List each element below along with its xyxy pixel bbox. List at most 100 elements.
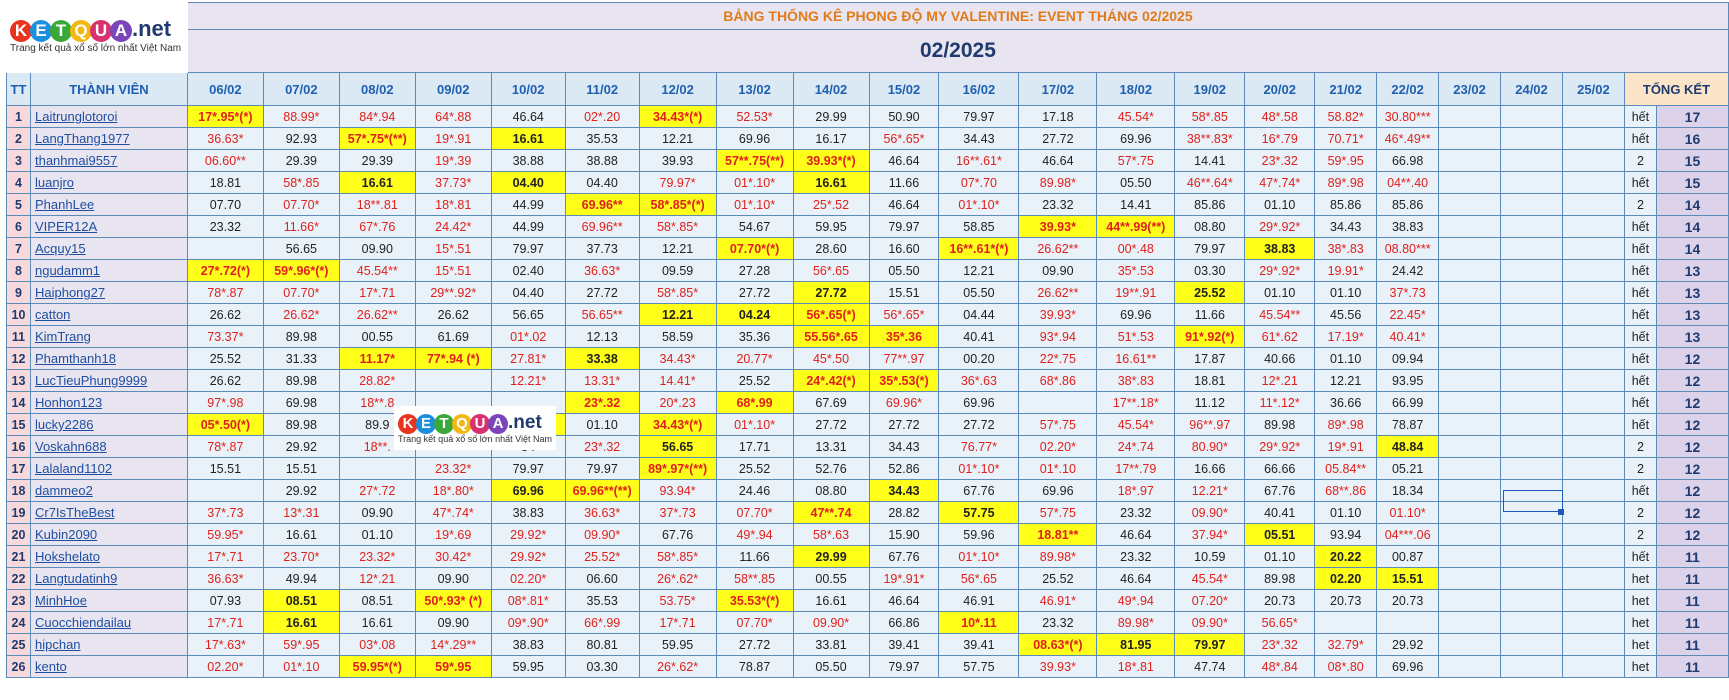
result-cell[interactable]: 59.96 [938, 523, 1020, 546]
status-cell[interactable]: hết [1623, 369, 1657, 392]
result-cell[interactable]: 56*.65(*) [792, 303, 870, 326]
result-cell[interactable]: 32.79* [1314, 633, 1378, 656]
result-cell[interactable]: 05.50 [938, 281, 1020, 304]
result-cell[interactable]: 02.20 [1314, 567, 1378, 590]
result-cell[interactable] [1438, 589, 1502, 612]
result-cell[interactable]: 69.96 [715, 127, 794, 150]
result-cell[interactable]: 37.94* [1174, 523, 1246, 546]
result-cell[interactable] [414, 369, 492, 392]
result-cell[interactable]: 23*.32 [1244, 633, 1316, 656]
result-cell[interactable]: 28.82 [868, 501, 940, 524]
status-cell[interactable]: 2 [1623, 193, 1657, 216]
result-cell[interactable]: 01*.10* [938, 193, 1020, 216]
result-cell[interactable]: 69.96** [564, 215, 640, 238]
result-cell[interactable]: 34.43 [938, 127, 1020, 150]
result-cell[interactable] [1500, 215, 1563, 238]
result-cell[interactable]: 05.84** [1314, 457, 1378, 480]
result-cell[interactable]: 26.62** [1018, 281, 1098, 304]
result-cell[interactable]: 08.80 [1174, 215, 1246, 238]
result-cell[interactable]: 47**.74 [792, 501, 870, 524]
result-cell[interactable] [1438, 171, 1502, 194]
result-cell[interactable]: 13.31* [564, 369, 640, 392]
result-cell[interactable]: 09*.90* [490, 611, 566, 634]
result-cell[interactable]: 69.96* [868, 391, 940, 414]
result-cell[interactable]: 01*.02 [490, 325, 566, 348]
result-cell[interactable] [1561, 413, 1625, 436]
result-cell[interactable]: 16.61 [338, 171, 416, 194]
result-cell[interactable]: 18*.81 [1096, 655, 1176, 678]
result-cell[interactable]: 02.20* [1018, 435, 1098, 458]
result-cell[interactable]: 58*.85* [638, 281, 717, 304]
result-cell[interactable]: 13*.31 [262, 501, 340, 524]
result-cell[interactable] [1438, 479, 1502, 502]
status-cell[interactable]: hết [1623, 105, 1657, 128]
result-cell[interactable]: 16.60 [868, 237, 940, 260]
result-cell[interactable]: 56.65* [1244, 611, 1316, 634]
result-cell[interactable] [1438, 501, 1502, 524]
result-cell[interactable]: 09.59 [638, 259, 717, 282]
result-cell[interactable]: 56.65 [490, 303, 566, 326]
result-cell[interactable]: 00*.48 [1096, 237, 1176, 260]
result-cell[interactable]: 89.98* [1018, 171, 1098, 194]
result-cell[interactable]: 59*.95 [414, 655, 492, 678]
result-cell[interactable]: 11*.12* [1244, 391, 1316, 414]
result-cell[interactable]: 50.90 [868, 105, 940, 128]
member-name-link[interactable]: Cr7IsTheBest [29, 501, 188, 524]
total-cell[interactable]: 11 [1655, 655, 1729, 678]
result-cell[interactable]: 33.38 [564, 347, 640, 370]
result-cell[interactable]: 58*.85*(*) [638, 193, 717, 216]
member-name-link[interactable]: Voskahn688 [29, 435, 188, 458]
result-cell[interactable]: 12*.21 [1244, 369, 1316, 392]
result-cell[interactable]: 09.90* [1174, 611, 1246, 634]
result-cell[interactable]: 04.44 [938, 303, 1020, 326]
result-cell[interactable]: 09.90* [564, 523, 640, 546]
result-cell[interactable]: 14.41* [638, 369, 717, 392]
result-cell[interactable]: 16.61 [262, 611, 340, 634]
result-cell[interactable]: 04**.40 [1376, 171, 1440, 194]
status-cell[interactable]: hết [1623, 413, 1657, 436]
result-cell[interactable]: 25.52 [186, 347, 264, 370]
result-cell[interactable]: 56*.65 [938, 567, 1020, 590]
result-cell[interactable]: 25.52 [715, 369, 794, 392]
ketqua-logo[interactable]: K E T Q U A .net Trang kết quả xổ số lớn… [10, 16, 181, 54]
member-name-link[interactable]: hipchan [29, 633, 188, 656]
result-cell[interactable]: 08.51 [338, 589, 416, 612]
result-cell[interactable]: 08*.81* [490, 589, 566, 612]
result-cell[interactable]: 47.74 [1174, 655, 1246, 678]
result-cell[interactable]: 79.97 [490, 457, 566, 480]
status-cell[interactable]: hết [1623, 347, 1657, 370]
result-cell[interactable]: 27.72 [715, 281, 794, 304]
result-cell[interactable]: 01*.10* [938, 457, 1020, 480]
result-cell[interactable]: 79.97* [638, 171, 717, 194]
result-cell[interactable]: 56.65 [262, 237, 340, 260]
result-cell[interactable]: 69.96**(**) [564, 479, 640, 502]
result-cell[interactable]: 77*.94 (*) [414, 347, 492, 370]
result-cell[interactable]: 07.93 [186, 589, 264, 612]
result-cell[interactable]: 58*.85 [1174, 105, 1246, 128]
result-cell[interactable]: 19*.39 [414, 149, 492, 172]
result-cell[interactable] [1561, 105, 1625, 128]
result-cell[interactable]: 01.10 [338, 523, 416, 546]
result-cell[interactable]: 66.98 [1376, 149, 1440, 172]
result-cell[interactable]: 27.72 [868, 413, 940, 436]
result-cell[interactable]: 18*.80* [414, 479, 492, 502]
result-cell[interactable]: 05*.50(*) [186, 413, 264, 436]
result-cell[interactable]: 16**.61* [938, 149, 1020, 172]
result-cell[interactable] [1561, 193, 1625, 216]
total-cell[interactable]: 12 [1655, 457, 1729, 480]
result-cell[interactable] [1500, 369, 1563, 392]
result-cell[interactable]: 11.66 [715, 545, 794, 568]
result-cell[interactable]: 23.32* [338, 545, 416, 568]
result-cell[interactable]: 56.65** [564, 303, 640, 326]
result-cell[interactable]: 25.52 [1174, 281, 1246, 304]
result-cell[interactable]: 38*.83 [1314, 237, 1378, 260]
result-cell[interactable]: 19*.69 [414, 523, 492, 546]
member-name-link[interactable]: Lalaland1102 [29, 457, 188, 480]
result-cell[interactable]: 27*.72 [338, 479, 416, 502]
result-cell[interactable]: 46.64 [868, 149, 940, 172]
result-cell[interactable]: 55.56*.65 [792, 325, 870, 348]
status-cell[interactable]: hết [1623, 545, 1657, 568]
result-cell[interactable]: 45*.50 [792, 347, 870, 370]
result-cell[interactable] [338, 457, 416, 480]
result-cell[interactable] [1561, 479, 1625, 502]
